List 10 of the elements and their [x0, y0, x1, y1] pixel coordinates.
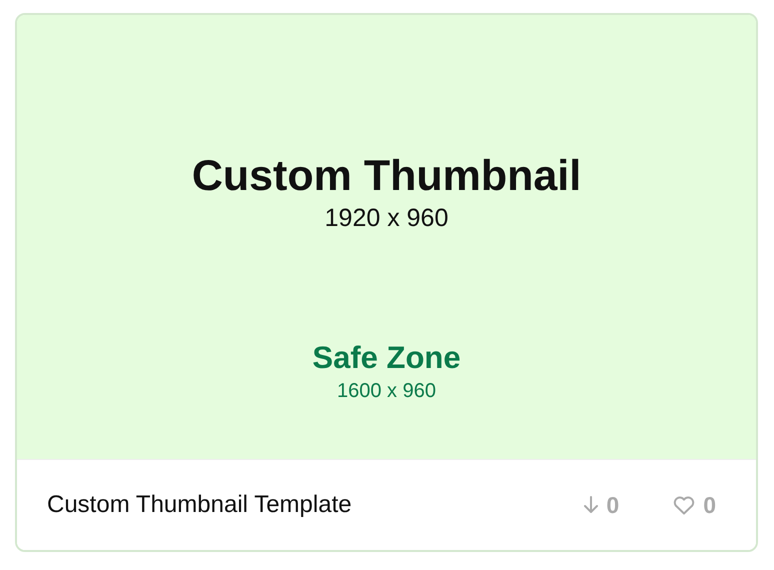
like-count: 0	[703, 492, 716, 518]
safe-zone-title: Safe Zone	[312, 340, 461, 376]
thumbnail-title: Custom Thumbnail	[192, 151, 582, 201]
download-arrow-icon[interactable]	[584, 496, 598, 514]
thumbnail-size: 1920 x 960	[324, 203, 448, 233]
heart-icon[interactable]	[673, 496, 696, 514]
download-count: 0	[606, 492, 620, 518]
template-name[interactable]: Custom Thumbnail Template	[47, 491, 530, 519]
template-card[interactable]: Custom Thumbnail 1920 x 960 Safe Zone 1600 x 960 Custom Thumbnail Template 0 0	[15, 13, 758, 552]
safe-zone-size: 1600 x 960	[337, 379, 436, 404]
